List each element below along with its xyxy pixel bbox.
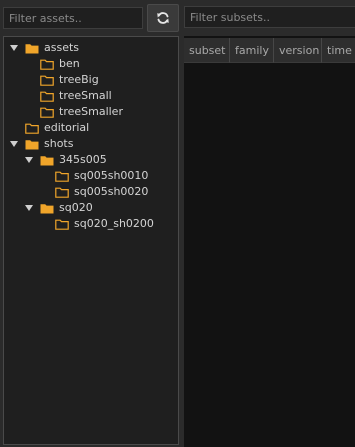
folder-icon — [40, 91, 54, 102]
tree-item[interactable]: shots — [9, 136, 73, 152]
folder-icon — [40, 107, 54, 118]
tree-item-label: treeSmaller — [59, 105, 123, 118]
folder-icon — [40, 59, 54, 70]
folder-icon — [55, 187, 69, 198]
tree-item-label: editorial — [44, 121, 90, 134]
subsets-view[interactable]: subset family version time — [184, 36, 355, 447]
tree-item-label: treeSmall — [59, 89, 112, 102]
refresh-icon — [157, 12, 169, 24]
column-header-family[interactable]: family — [230, 38, 274, 63]
folder-open-icon — [25, 43, 39, 54]
tree-item-label: sq020 — [59, 201, 93, 214]
expand-arrow-icon[interactable] — [9, 136, 19, 152]
expand-arrow-icon[interactable] — [9, 40, 19, 56]
tree-item[interactable]: sq005sh0020 — [39, 184, 148, 200]
expand-arrow-icon[interactable] — [24, 152, 34, 168]
tree-item-label: treeBig — [59, 73, 99, 86]
folder-icon — [25, 123, 39, 134]
tree-item[interactable]: sq020_sh0200 — [39, 216, 154, 232]
tree-item-label: sq005sh0020 — [74, 185, 149, 198]
expand-arrow-icon[interactable] — [24, 200, 34, 216]
folder-open-icon — [25, 139, 39, 150]
subsets-header: subset family version time — [184, 38, 355, 63]
asset-tree[interactable]: assets ben treeBig treeSmall treeSmaller edit… — [3, 36, 179, 445]
tree-item[interactable]: sq005sh0010 — [39, 168, 148, 184]
app-window: assets ben treeBig treeSmall treeSmaller edit… — [0, 0, 355, 447]
tree-item-label: sq020_sh0200 — [74, 217, 154, 230]
tree-item[interactable]: ben — [24, 56, 80, 72]
column-header-subset[interactable]: subset — [184, 38, 230, 63]
tree-item[interactable]: 345s005 — [24, 152, 107, 168]
folder-icon — [40, 75, 54, 86]
tree-item-label: sq005sh0010 — [74, 169, 149, 182]
subsets-filter-input[interactable] — [184, 6, 355, 28]
tree-item[interactable]: treeBig — [24, 72, 99, 88]
tree-item-label: 345s005 — [59, 153, 107, 166]
tree-item[interactable]: treeSmaller — [24, 104, 123, 120]
tree-item[interactable]: sq020 — [24, 200, 93, 216]
folder-icon — [55, 171, 69, 182]
assets-filter-input[interactable] — [3, 7, 143, 29]
tree-item-label: assets — [44, 41, 80, 54]
tree-item[interactable]: editorial — [9, 120, 89, 136]
folder-open-icon — [40, 155, 54, 166]
tree-item-label: shots — [44, 137, 74, 150]
folder-icon — [55, 219, 69, 230]
tree-item[interactable]: treeSmall — [24, 88, 112, 104]
tree-item-label: ben — [59, 57, 80, 70]
refresh-button[interactable] — [147, 4, 179, 32]
column-header-version[interactable]: version — [274, 38, 322, 63]
folder-open-icon — [40, 203, 54, 214]
column-header-time[interactable]: time — [322, 38, 355, 63]
tree-item[interactable]: assets — [9, 40, 79, 56]
